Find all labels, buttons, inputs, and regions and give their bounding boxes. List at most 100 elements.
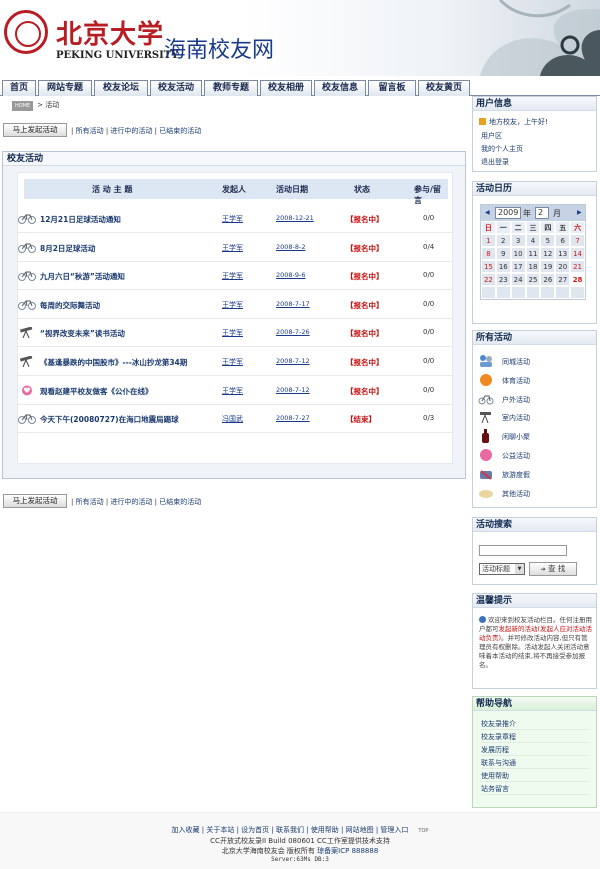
calendar-day[interactable]: 14: [570, 247, 585, 260]
calendar-day[interactable]: 4: [525, 234, 541, 247]
activity-title-link[interactable]: 12月21日足球活动通知: [40, 214, 121, 225]
calendar-day[interactable]: 7: [570, 234, 585, 247]
link-homepage[interactable]: 我的个人主页: [481, 144, 523, 154]
activity-title-link[interactable]: 8月2日足球活动: [40, 243, 95, 254]
activity-date-link[interactable]: 2008-12-21: [276, 214, 314, 222]
home-link[interactable]: HOME: [12, 101, 34, 111]
link-logout[interactable]: 退出登录: [481, 157, 509, 167]
activity-title-link[interactable]: 每周的交际舞活动: [40, 300, 100, 311]
calendar-day[interactable]: 6: [555, 234, 571, 247]
launch-activity-button-bottom[interactable]: 马上发起活动: [3, 494, 67, 508]
calendar-day[interactable]: 12: [540, 247, 556, 260]
calendar-day[interactable]: 20: [555, 260, 571, 273]
month-input[interactable]: 2: [535, 207, 549, 219]
next-month-icon[interactable]: ▶: [577, 209, 582, 216]
footer-link[interactable]: 管理入口: [380, 826, 408, 834]
activity-category-label[interactable]: 户外活动: [502, 395, 530, 405]
activity-category-label[interactable]: 其他活动: [502, 489, 530, 499]
help-nav-item[interactable]: 使用帮助: [481, 771, 589, 782]
launch-activity-button[interactable]: 马上发起活动: [3, 123, 67, 137]
activity-date-link[interactable]: 2008-7-12: [276, 386, 310, 394]
activity-category-item[interactable]: 户外活动: [476, 391, 586, 407]
activity-date-link[interactable]: 2008-8-2: [276, 243, 306, 251]
calendar-day[interactable]: 2: [495, 234, 511, 247]
activity-category-label[interactable]: 体育活动: [502, 376, 530, 386]
organizer-link[interactable]: 王学军: [222, 243, 243, 253]
organizer-link[interactable]: 王学军: [222, 271, 243, 281]
activity-date-link[interactable]: 2008-9-6: [276, 271, 306, 279]
help-nav-item[interactable]: 联系与沟通: [481, 758, 589, 769]
activity-category-item[interactable]: 体育活动: [476, 372, 586, 388]
organizer-link[interactable]: 王学军: [222, 357, 243, 367]
calendar-day[interactable]: 9: [495, 247, 511, 260]
organizer-link[interactable]: 冯国武: [222, 414, 243, 424]
footer-link[interactable]: 联系我们: [276, 826, 304, 834]
activity-date-link[interactable]: 2008-7-17: [276, 300, 310, 308]
organizer-link[interactable]: 王学军: [222, 328, 243, 338]
calendar-day[interactable]: 23: [495, 273, 511, 286]
activity-date-link[interactable]: 2008-7-12: [276, 357, 310, 365]
search-input[interactable]: [479, 545, 567, 556]
activity-category-label[interactable]: 室内活动: [502, 413, 530, 423]
calendar-day[interactable]: 8: [481, 247, 496, 260]
activity-title-link[interactable]: 今天下午(20080727)在海口地震局踢球: [40, 414, 179, 425]
filter-ongoing[interactable]: 进行中的活动: [110, 127, 152, 135]
help-nav-item[interactable]: 校友录章程: [481, 732, 589, 743]
nav-item[interactable]: 网站专题: [38, 80, 92, 96]
nav-item[interactable]: 校友黄页: [418, 80, 470, 96]
activity-category-label[interactable]: 闲聊小聚: [502, 432, 530, 442]
footer-icp-link[interactable]: 琼备案ICP 888888: [317, 847, 378, 855]
search-type-select[interactable]: 活动标题 ▼: [479, 563, 525, 575]
back-to-top-link[interactable]: TOP: [418, 828, 428, 834]
calendar-day[interactable]: 25: [525, 273, 541, 286]
help-nav-item[interactable]: 校友录推介: [481, 719, 589, 730]
calendar-day[interactable]: 3: [510, 234, 526, 247]
activity-category-item[interactable]: 其他活动: [476, 485, 586, 501]
calendar-day[interactable]: 28: [570, 273, 585, 286]
filter-all[interactable]: 所有活动: [76, 127, 104, 135]
activity-category-item[interactable]: 公益活动: [476, 447, 586, 463]
activity-title-link[interactable]: 观看赵建平校友做客《公仆在线》: [40, 386, 153, 397]
activity-category-label[interactable]: 同城活动: [502, 357, 530, 367]
activity-title-link[interactable]: “视界改变未来”读书活动: [40, 328, 125, 339]
calendar-day[interactable]: 19: [540, 260, 556, 273]
nav-item[interactable]: 校友论坛: [94, 80, 148, 96]
calendar-day[interactable]: 22: [481, 273, 496, 286]
activity-category-item[interactable]: 同城活动: [476, 353, 586, 369]
nav-item[interactable]: 校友相册: [260, 80, 312, 96]
calendar-day[interactable]: 15: [481, 260, 496, 273]
search-button[interactable]: ➔ 查 找: [529, 562, 577, 576]
calendar-day[interactable]: 16: [495, 260, 511, 273]
activity-category-label[interactable]: 旅游度假: [502, 470, 530, 480]
calendar-day[interactable]: 24: [510, 273, 526, 286]
nav-item[interactable]: 校友活动: [150, 80, 202, 96]
filter-ended[interactable]: 已结束的活动: [159, 127, 201, 135]
footer-link[interactable]: 设为首页: [241, 826, 269, 834]
activity-category-item[interactable]: 室内活动: [476, 409, 586, 425]
calendar-day[interactable]: 5: [540, 234, 556, 247]
calendar-day[interactable]: 1: [481, 234, 496, 247]
calendar-day[interactable]: 21: [570, 260, 585, 273]
activity-category-label[interactable]: 公益活动: [502, 451, 530, 461]
footer-link[interactable]: 关于本站: [206, 826, 234, 834]
calendar-day[interactable]: 10: [510, 247, 526, 260]
activity-title-link[interactable]: 九月六日“秋游”活动通知: [40, 271, 125, 282]
activity-date-link[interactable]: 2008-7-26: [276, 328, 310, 336]
organizer-link[interactable]: 王学军: [222, 386, 243, 396]
nav-item[interactable]: 校友信息: [314, 80, 366, 96]
help-nav-item[interactable]: 站务留言: [481, 784, 589, 795]
organizer-link[interactable]: 王学军: [222, 300, 243, 310]
calendar-day[interactable]: 18: [525, 260, 541, 273]
footer-link[interactable]: 网站地图: [346, 826, 374, 834]
footer-link[interactable]: 加入收藏: [172, 826, 200, 834]
filter-all-bottom[interactable]: 所有活动: [76, 498, 104, 506]
calendar-day[interactable]: 26: [540, 273, 556, 286]
link-user-area[interactable]: 用户区: [481, 131, 502, 141]
activity-title-link[interactable]: 《基逢暴跌的中国股市》---冰山抄龙第34期: [40, 357, 187, 368]
filter-ended-bottom[interactable]: 已结束的活动: [159, 498, 201, 506]
activity-category-item[interactable]: 闲聊小聚: [476, 428, 586, 444]
calendar-day[interactable]: 13: [555, 247, 571, 260]
calendar-day[interactable]: 17: [510, 260, 526, 273]
activity-date-link[interactable]: 2008-7-27: [276, 414, 310, 422]
help-nav-item[interactable]: 发展历程: [481, 745, 589, 756]
